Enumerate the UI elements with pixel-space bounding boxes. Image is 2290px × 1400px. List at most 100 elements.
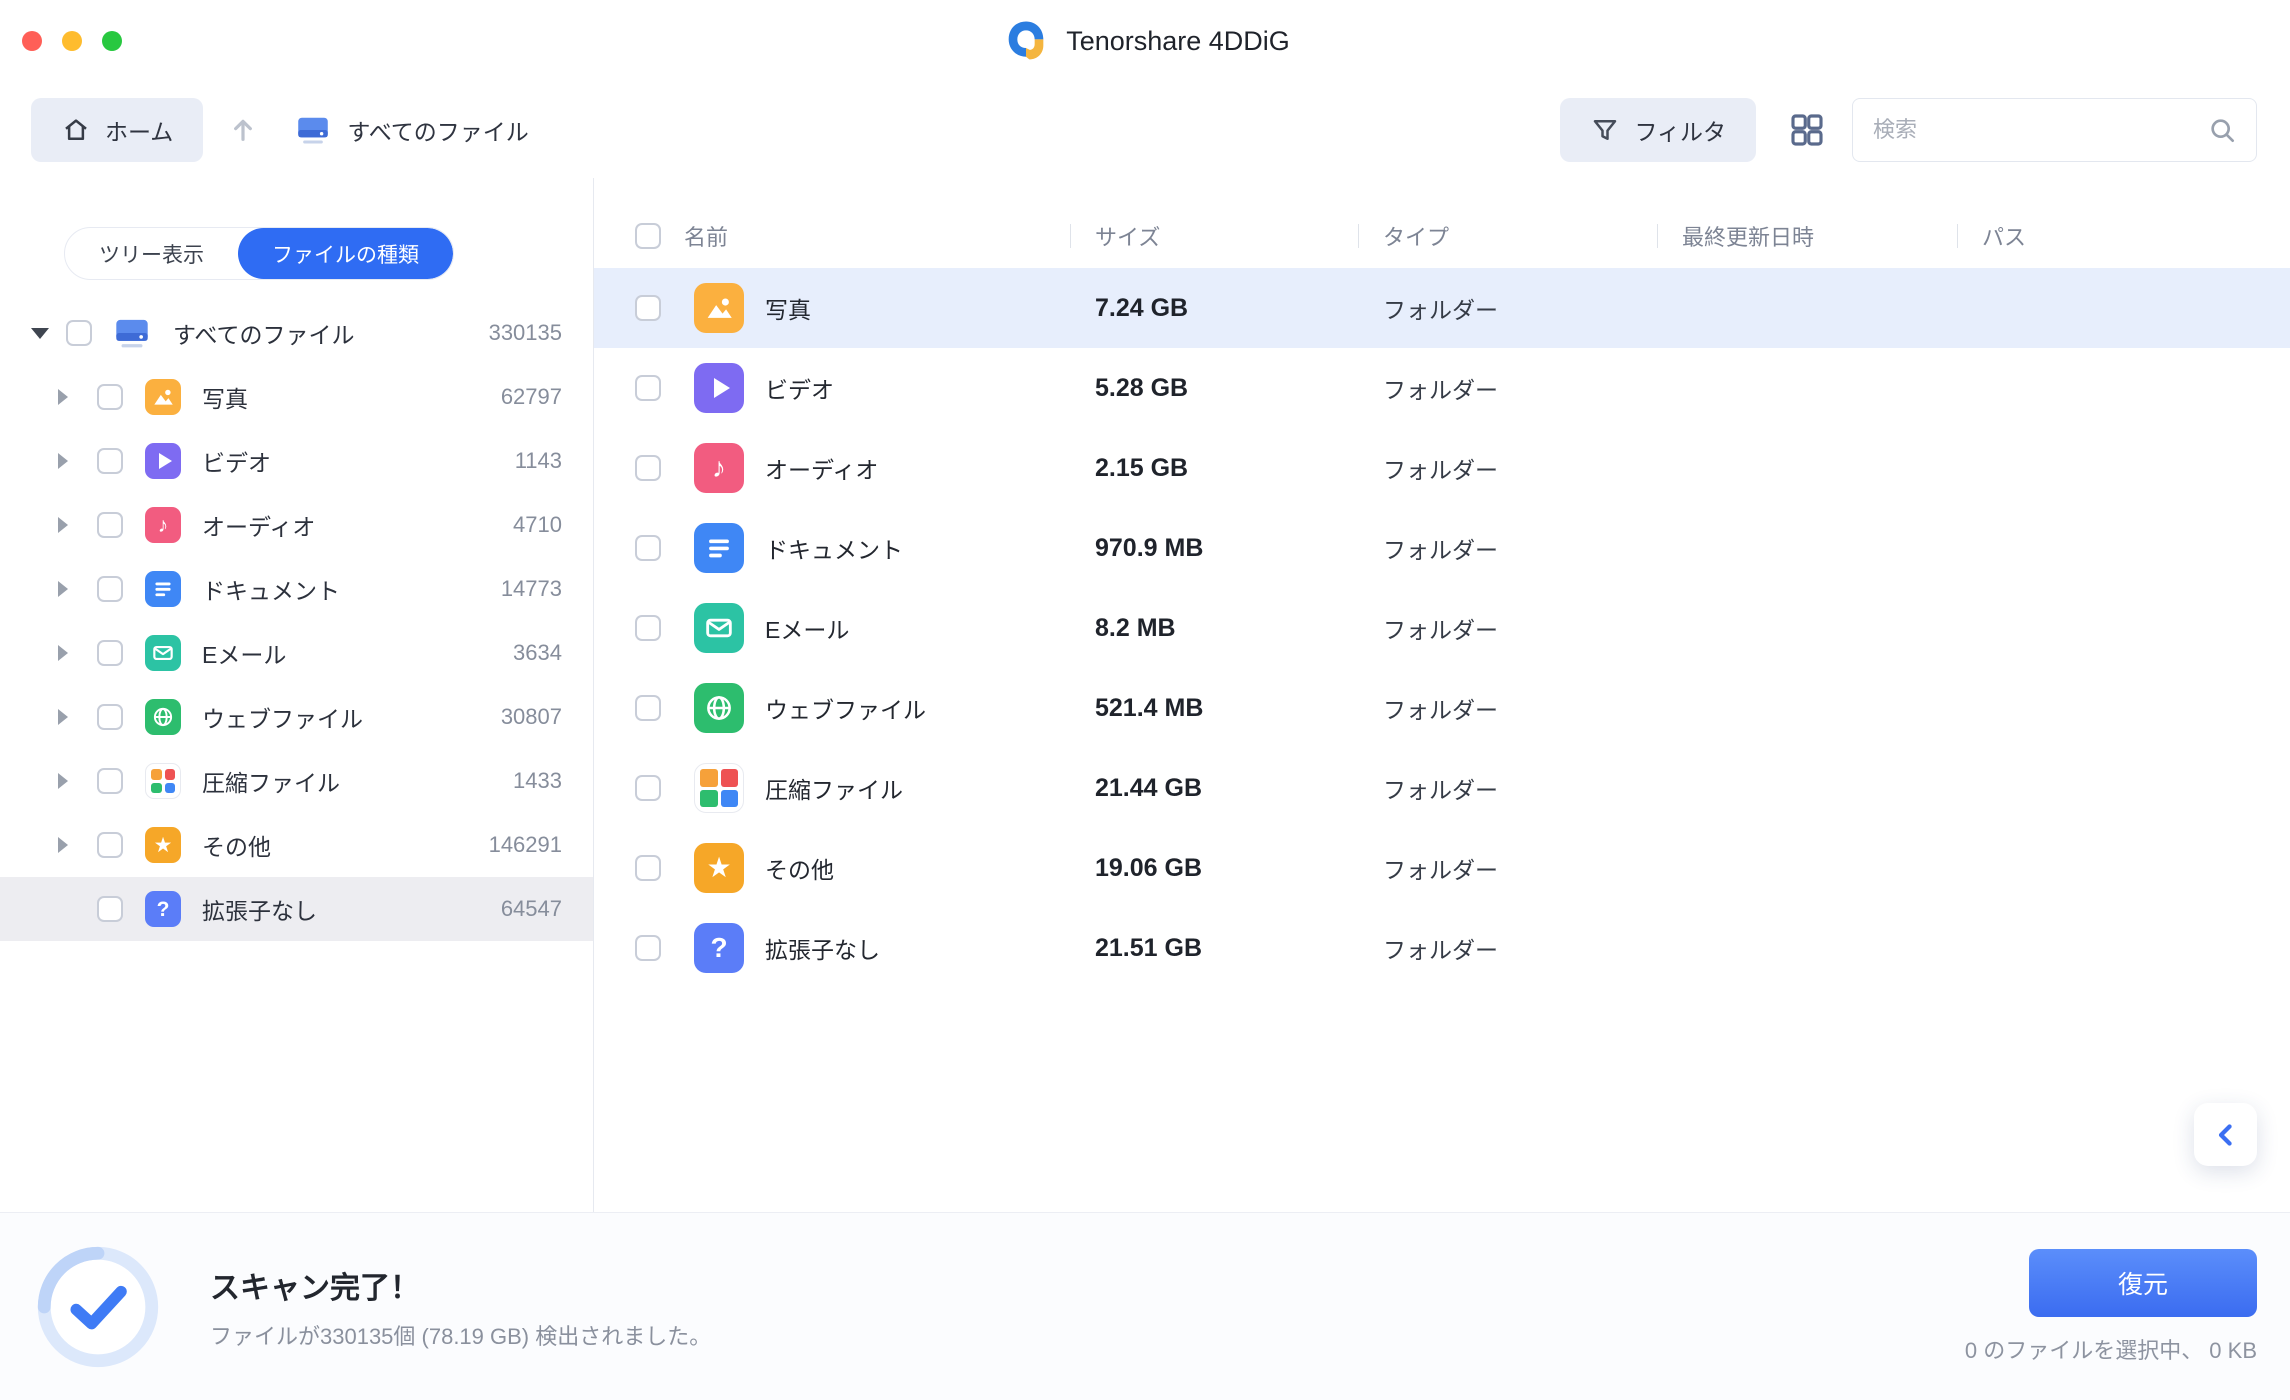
drive-icon xyxy=(295,114,331,146)
table-row[interactable]: ?拡張子なし 21.51 GB フォルダー xyxy=(594,908,2290,988)
checkbox[interactable] xyxy=(635,775,661,801)
checkbox[interactable] xyxy=(97,768,123,794)
tree-item-label: ドキュメント xyxy=(202,572,340,606)
file-type-tree: すべてのファイル 330135 写真 62797 ビデオ 1143 ♪ xyxy=(0,301,593,941)
checkbox[interactable] xyxy=(635,935,661,961)
scan-complete-icon xyxy=(34,1243,162,1371)
email-icon xyxy=(145,635,181,671)
tab-file-type[interactable]: ファイルの種類 xyxy=(238,228,453,279)
tree-item-count: 14773 xyxy=(501,576,593,602)
expand-caret-icon[interactable] xyxy=(58,517,68,533)
file-size: 521.4 MB xyxy=(1070,694,1358,723)
star-icon: ★ xyxy=(145,827,181,863)
checkbox[interactable] xyxy=(97,576,123,602)
question-icon: ? xyxy=(145,891,181,927)
recover-button[interactable]: 復元 xyxy=(2029,1249,2257,1317)
filter-button[interactable]: フィルタ xyxy=(1560,98,1756,162)
checkbox[interactable] xyxy=(635,535,661,561)
file-table: 名前 サイズ タイプ 最終更新日時 パス 写真 7.24 GB フォルダー ビデ… xyxy=(594,178,2290,1212)
home-icon xyxy=(61,115,91,145)
search-input[interactable] xyxy=(1873,117,2206,143)
expand-caret-icon[interactable] xyxy=(58,389,68,405)
tree-item-archive[interactable]: 圧縮ファイル 1433 xyxy=(0,749,593,813)
chevron-left-icon xyxy=(2209,1118,2243,1152)
file-name: 写真 xyxy=(765,291,811,325)
expand-caret-icon[interactable] xyxy=(58,773,68,789)
checkbox[interactable] xyxy=(97,448,123,474)
file-type: フォルダー xyxy=(1358,291,1657,325)
file-type: フォルダー xyxy=(1358,931,1657,965)
breadcrumb[interactable]: すべてのファイル xyxy=(295,113,528,147)
checkbox[interactable] xyxy=(635,615,661,641)
table-row[interactable]: ドキュメント 970.9 MB フォルダー xyxy=(594,508,2290,588)
file-size: 2.15 GB xyxy=(1070,454,1358,483)
column-header-path[interactable]: パス xyxy=(1957,204,2290,268)
file-type: フォルダー xyxy=(1358,451,1657,485)
file-type: フォルダー xyxy=(1358,611,1657,645)
search-box[interactable] xyxy=(1852,98,2257,162)
collapse-panel-button[interactable] xyxy=(2194,1103,2257,1166)
expand-caret-icon[interactable] xyxy=(58,837,68,853)
zoom-window-button[interactable] xyxy=(102,31,122,51)
collapse-caret-icon[interactable] xyxy=(31,328,49,339)
checkbox[interactable] xyxy=(635,855,661,881)
checkbox[interactable] xyxy=(97,704,123,730)
table-row[interactable]: ビデオ 5.28 GB フォルダー xyxy=(594,348,2290,428)
checkbox[interactable] xyxy=(635,695,661,721)
checkbox[interactable] xyxy=(97,832,123,858)
tree-item-label: すべてのファイル xyxy=(173,316,354,350)
expand-caret-icon[interactable] xyxy=(58,645,68,661)
app-title: Tenorshare 4DDiG xyxy=(1066,26,1290,57)
minimize-window-button[interactable] xyxy=(62,31,82,51)
tree-item-all-files[interactable]: すべてのファイル 330135 xyxy=(0,301,593,365)
tree-item-document[interactable]: ドキュメント 14773 xyxy=(0,557,593,621)
column-header-modified[interactable]: 最終更新日時 xyxy=(1657,204,1957,268)
tree-item-other[interactable]: ★ その他 146291 xyxy=(0,813,593,877)
checkbox[interactable] xyxy=(97,640,123,666)
expand-caret-icon[interactable] xyxy=(58,709,68,725)
sidebar-view-tabs: ツリー表示 ファイルの種類 xyxy=(64,227,454,280)
column-header-size[interactable]: サイズ xyxy=(1070,204,1358,268)
tree-item-video[interactable]: ビデオ 1143 xyxy=(0,429,593,493)
filter-button-label: フィルタ xyxy=(1634,113,1726,147)
search-icon[interactable] xyxy=(2206,114,2238,146)
file-size: 7.24 GB xyxy=(1070,294,1358,323)
selection-info: 0 のファイルを選択中、 0 KB xyxy=(1965,1333,2257,1365)
expand-caret-icon[interactable] xyxy=(58,581,68,597)
file-type: フォルダー xyxy=(1358,531,1657,565)
table-row[interactable]: ウェブファイル 521.4 MB フォルダー xyxy=(594,668,2290,748)
checkbox[interactable] xyxy=(66,320,92,346)
breadcrumb-label: すべてのファイル xyxy=(347,113,528,147)
checkbox[interactable] xyxy=(97,512,123,538)
tree-item-web[interactable]: ウェブファイル 30807 xyxy=(0,685,593,749)
tree-item-photo[interactable]: 写真 62797 xyxy=(0,365,593,429)
column-header-type[interactable]: タイプ xyxy=(1358,204,1657,268)
tree-item-no-extension[interactable]: ? 拡張子なし 64547 xyxy=(0,877,593,941)
table-row[interactable]: 圧縮ファイル 21.44 GB フォルダー xyxy=(594,748,2290,828)
tree-item-count: 30807 xyxy=(501,704,593,730)
tab-tree-view[interactable]: ツリー表示 xyxy=(65,228,238,279)
expand-caret-icon[interactable] xyxy=(58,453,68,469)
checkbox[interactable] xyxy=(97,384,123,410)
close-window-button[interactable] xyxy=(22,31,42,51)
scan-status-detail: ファイルが330135個 (78.19 GB) 検出されました。 xyxy=(210,1319,711,1351)
navigate-up-button[interactable] xyxy=(227,114,259,146)
file-name: オーディオ xyxy=(765,451,878,485)
file-name: ビデオ xyxy=(765,371,834,405)
checkbox[interactable] xyxy=(635,455,661,481)
column-header-name[interactable]: 名前 xyxy=(684,204,1070,268)
table-row[interactable]: ★その他 19.06 GB フォルダー xyxy=(594,828,2290,908)
table-row[interactable]: ♪オーディオ 2.15 GB フォルダー xyxy=(594,428,2290,508)
tree-item-audio[interactable]: ♪ オーディオ 4710 xyxy=(0,493,593,557)
file-size: 19.06 GB xyxy=(1070,854,1358,883)
title-bar: Tenorshare 4DDiG xyxy=(0,0,2290,82)
checkbox[interactable] xyxy=(635,295,661,321)
grid-view-button[interactable] xyxy=(1786,109,1828,151)
table-row[interactable]: 写真 7.24 GB フォルダー xyxy=(594,268,2290,348)
tree-item-email[interactable]: Eメール 3634 xyxy=(0,621,593,685)
checkbox[interactable] xyxy=(97,896,123,922)
table-row[interactable]: Eメール 8.2 MB フォルダー xyxy=(594,588,2290,668)
select-all-checkbox[interactable] xyxy=(635,223,661,249)
home-button[interactable]: ホーム xyxy=(31,98,203,162)
checkbox[interactable] xyxy=(635,375,661,401)
